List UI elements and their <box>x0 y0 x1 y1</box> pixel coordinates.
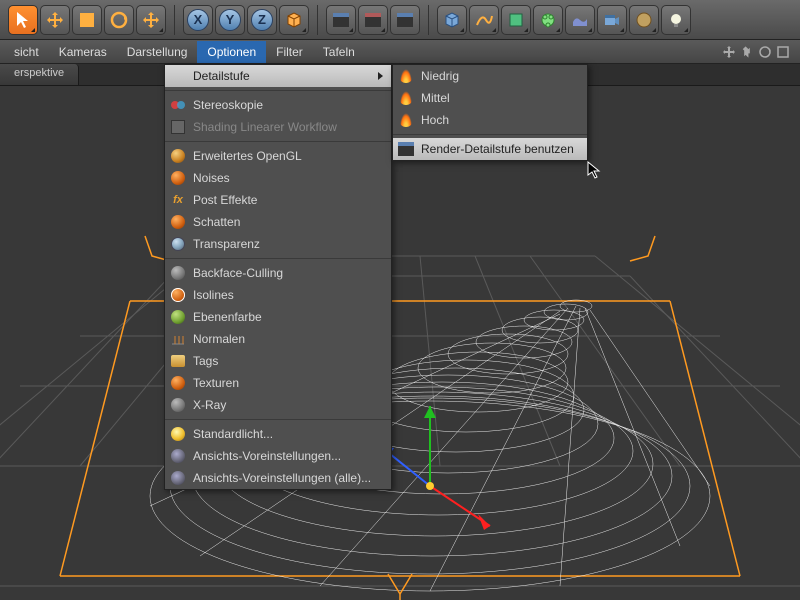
viewport-menubar: sicht Kameras Darstellung Optionen Filte… <box>0 40 800 64</box>
layer-color-icon <box>169 308 187 326</box>
stereo-icon <box>169 96 187 114</box>
rotate-view-icon[interactable] <box>758 45 772 59</box>
render-view-button[interactable] <box>326 5 356 35</box>
viewport-nav-icons <box>722 45 796 59</box>
detailstufe-submenu: Niedrig Mittel Hoch Render-Detailstufe b… <box>392 64 588 161</box>
menu-optionen[interactable]: Optionen <box>197 41 266 63</box>
texture-icon <box>169 374 187 392</box>
fx-icon: fx <box>169 191 187 209</box>
backface-icon <box>169 264 187 282</box>
axis-x-button[interactable]: X <box>183 5 213 35</box>
noise-icon <box>169 169 187 187</box>
menu-tags[interactable]: Tags <box>165 350 391 372</box>
menu-ansicht[interactable]: sicht <box>4 41 49 63</box>
high-detail-icon <box>397 111 415 129</box>
last-tool[interactable] <box>136 5 166 35</box>
menu-ansichts-voreinstellungen-alle[interactable]: Ansichts-Voreinstellungen (alle)... <box>165 467 391 489</box>
move-tool[interactable] <box>40 5 70 35</box>
submenu-render-detail[interactable]: Render-Detailstufe benutzen <box>393 138 587 160</box>
add-deformer-button[interactable] <box>533 5 563 35</box>
menu-posteffekte[interactable]: fx Post Effekte <box>165 189 391 211</box>
add-scene-button[interactable] <box>629 5 659 35</box>
low-detail-icon <box>397 67 415 85</box>
submenu-hoch[interactable]: Hoch <box>393 109 587 131</box>
pan-view-icon[interactable] <box>722 45 736 59</box>
menu-transparenz[interactable]: Transparenz <box>165 233 391 255</box>
xray-icon <box>169 396 187 414</box>
add-spline-button[interactable] <box>469 5 499 35</box>
settings-all-icon <box>169 469 187 487</box>
menu-tafeln[interactable]: Tafeln <box>313 41 365 63</box>
transform-tool-group <box>4 5 170 35</box>
medium-detail-icon <box>397 89 415 107</box>
menu-kameras[interactable]: Kameras <box>49 41 117 63</box>
scale-tool[interactable] <box>72 5 102 35</box>
menu-texturen[interactable]: Texturen <box>165 372 391 394</box>
menu-isolines[interactable]: Isolines <box>165 284 391 306</box>
zoom-view-icon[interactable] <box>740 45 754 59</box>
viewport-3d[interactable] <box>0 86 800 600</box>
axis-z-button[interactable]: Z <box>247 5 277 35</box>
options-dropdown: Detailstufe Stereoskopie Shading Lineare… <box>164 64 392 490</box>
menu-ebenenfarbe[interactable]: Ebenenfarbe <box>165 306 391 328</box>
axis-lock-group: X Y Z <box>179 5 313 35</box>
clapper-icon <box>397 140 415 158</box>
menu-darstellung[interactable]: Darstellung <box>117 41 198 63</box>
normals-icon <box>169 330 187 348</box>
menu-filter[interactable]: Filter <box>266 41 313 63</box>
add-light-button[interactable] <box>661 5 691 35</box>
menu-noises[interactable]: Noises <box>165 167 391 189</box>
submenu-mittel[interactable]: Mittel <box>393 87 587 109</box>
light-icon <box>169 425 187 443</box>
menu-standardlicht[interactable]: Standardlicht... <box>165 423 391 445</box>
isolines-icon <box>169 286 187 304</box>
menu-ansichts-voreinstellungen[interactable]: Ansichts-Voreinstellungen... <box>165 445 391 467</box>
transparency-icon <box>169 235 187 253</box>
tag-icon <box>169 352 187 370</box>
add-primitive-button[interactable] <box>437 5 467 35</box>
menu-shading-linear[interactable]: Shading Linearer Workflow <box>165 116 391 138</box>
add-camera-button[interactable] <box>597 5 627 35</box>
shadow-icon <box>169 213 187 231</box>
create-group <box>433 5 695 35</box>
viewport-grid <box>0 86 800 600</box>
add-generator-button[interactable] <box>501 5 531 35</box>
menu-xray[interactable]: X-Ray <box>165 394 391 416</box>
menu-schatten[interactable]: Schatten <box>165 211 391 233</box>
perspective-tab[interactable]: erspektive <box>0 64 79 85</box>
axis-y-button[interactable]: Y <box>215 5 245 35</box>
render-group <box>322 5 424 35</box>
settings-icon <box>169 447 187 465</box>
rotate-tool[interactable] <box>104 5 134 35</box>
select-tool[interactable] <box>8 5 38 35</box>
main-toolbar: X Y Z <box>0 0 800 40</box>
render-picture-button[interactable] <box>358 5 388 35</box>
workflow-icon <box>169 118 187 136</box>
menu-opengl[interactable]: Erweitertes OpenGL <box>165 145 391 167</box>
maximize-view-icon[interactable] <box>776 45 790 59</box>
menu-detailstufe[interactable]: Detailstufe <box>165 65 391 87</box>
menu-normalen[interactable]: Normalen <box>165 328 391 350</box>
menu-backface[interactable]: Backface-Culling <box>165 262 391 284</box>
render-settings-button[interactable] <box>390 5 420 35</box>
opengl-icon <box>169 147 187 165</box>
submenu-arrow-icon <box>378 72 383 80</box>
coordinate-system-button[interactable] <box>279 5 309 35</box>
submenu-niedrig[interactable]: Niedrig <box>393 65 587 87</box>
menu-stereoskopie[interactable]: Stereoskopie <box>165 94 391 116</box>
add-environment-button[interactable] <box>565 5 595 35</box>
